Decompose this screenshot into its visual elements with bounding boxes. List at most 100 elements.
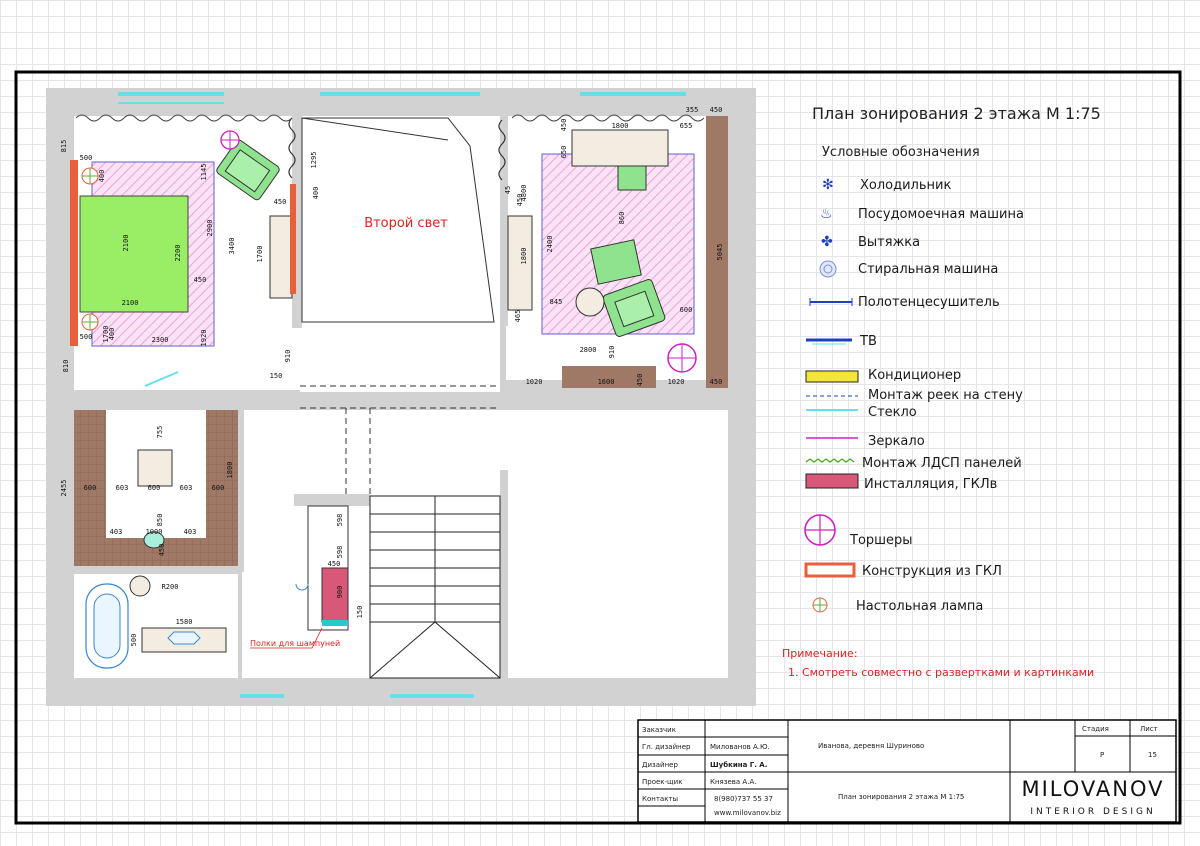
legend-label-gkl: Конструкция из ГКЛ [862,564,1002,579]
dimension-label: 600 [212,484,225,492]
dimension-label: 400 [98,170,106,183]
dimension-label: 2100 [122,235,130,252]
dimension-label: 1000 [146,528,163,536]
note-text: 1. Смотреть совместно с развертками и ка… [788,666,1094,679]
tb-sheet-label: Лист [1140,725,1158,733]
legend-label-fridge: Холодильник [860,178,951,193]
tb-label-designer: Дизайнер [642,761,678,769]
dimension-label: 598 [336,546,344,559]
desk [571,129,669,167]
legend-label-rails: Монтаж реек на стену [868,388,1023,403]
hood-icon: ✤ [821,234,833,250]
tb-label-contacts: Контакты [642,795,678,803]
tb-stage-label: Стадия [1082,725,1109,733]
dimension-label: 2455 [60,480,68,497]
dimension-label: 500 [130,634,138,647]
dimension-label: 1020 [668,378,685,386]
brand-logo: MILOVANOV [1021,777,1164,801]
dimension-label: 450 [710,378,723,386]
dimension-label: 1800 [520,248,528,265]
shelves-note: Полки для шампуней [250,639,340,648]
legend-label-tv: ТВ [859,334,877,349]
dimension-label: 465 [514,310,522,323]
legend-label-ac: Кондиционер [868,368,961,383]
tb-value-phone: 8(980)737 55 37 [714,795,773,803]
tb-value-chief: Милованов А.Ю. [710,743,770,751]
legend-label-floorlamp: Торшеры [849,533,913,548]
legend-label-washer: Стиральная машина [858,262,998,277]
dimension-label: 403 [110,528,123,536]
dimension-label: 2300 [152,336,169,344]
legend: План зонирования 2 этажа М 1:75 Условные… [782,104,1101,679]
dimension-label: 1800 [226,462,234,479]
tb-value-designer: Шубкина Г. А. [710,761,767,769]
dimension-label: 860 [618,212,626,225]
brand-subtitle: INTERIOR DESIGN [1030,807,1155,817]
dimension-label: 450 [274,198,287,206]
fridge-icon: ✻ [822,177,834,193]
dimension-label: 450 [158,544,166,557]
dimension-label: 600 [680,306,693,314]
dimension-label: 755 [156,426,164,439]
dimension-label: 1800 [612,122,629,130]
legend-label-ldsp: Монтаж ЛДСП панелей [862,456,1022,471]
tb-website: www.milovanov.biz [714,809,781,817]
legend-label-install: Инсталляция, ГКЛв [864,477,997,492]
dimension-label: 603 [116,484,129,492]
dimension-label: 1920 [200,330,208,347]
dimension-label: 45 [504,186,512,194]
legend-label-desklamp: Настольная лампа [856,599,983,614]
dimension-label: 1295 [310,152,318,169]
dimension-label: 910 [284,350,292,363]
dimension-label: 650 [560,146,568,159]
dimension-label: 655 [680,122,693,130]
dimension-label: 1145 [200,164,208,181]
tb-label-drafter: Проек-щик [642,778,682,786]
dimension-label: 450 [636,374,644,387]
dimension-label: 2100 [122,299,139,307]
dimension-label: 900 [336,586,344,599]
dimension-label: 600 [148,484,161,492]
air-conditioner-icon [805,370,859,383]
installation-icon [805,473,859,489]
dimension-label: 500 [80,154,93,162]
tb-label-client: Заказчик [642,726,676,734]
dimension-label: 450 [194,276,207,284]
dimension-label: 400 [312,187,320,200]
dimension-label: 598 [336,514,344,527]
dimension-label: 450 [328,560,341,568]
dimension-label: 1600 [598,378,615,386]
dimension-label: 500 [80,333,93,341]
title-block: Заказчик Гл. дизайнер Дизайнер Проек-щик… [637,719,1177,823]
legend-label-hood: Вытяжка [858,235,920,250]
floor-plan: Второй свет Полки для шампуней [46,88,756,706]
dimension-label: 450 [560,119,568,132]
dimension-label: 3400 [228,238,236,255]
legend-label-dishwasher: Посудомоечная машина [858,207,1024,222]
dimension-label: 600 [84,484,97,492]
dimension-label: 403 [184,528,197,536]
dimension-label: 2200 [174,245,182,262]
legend-label-glass: Стекло [868,405,917,420]
legend-label-towel: Полотенцесушитель [858,295,1000,310]
tb-sheet-value: 15 [1148,751,1157,759]
dimension-label: 450 [710,106,723,114]
floor-plan-sheet: Второй свет Полки для шампуней 815500400… [14,70,1182,825]
dimension-label: 810 [62,360,70,373]
dimension-label: 150 [270,372,283,380]
dimension-label: 5045 [716,244,724,261]
tb-value-drafter: Князева А.А. [710,778,756,786]
legend-label-mirror: Зеркало [868,434,925,449]
dimension-label: 2800 [580,346,597,354]
washer-icon [819,260,837,278]
dimension-label: 150 [356,606,364,619]
dishwasher-icon: ♨ [820,206,833,222]
gkl-icon [804,562,856,578]
dimension-label: 910 [608,346,616,359]
double-height-label: Второй свет [364,216,448,231]
tb-object: Иванова, деревня Шуриново [818,742,924,750]
dimension-label: 1580 [176,618,193,626]
dimension-label: 815 [60,140,68,153]
dimension-label: 845 [550,298,563,306]
dimension-label: 2900 [206,220,214,237]
